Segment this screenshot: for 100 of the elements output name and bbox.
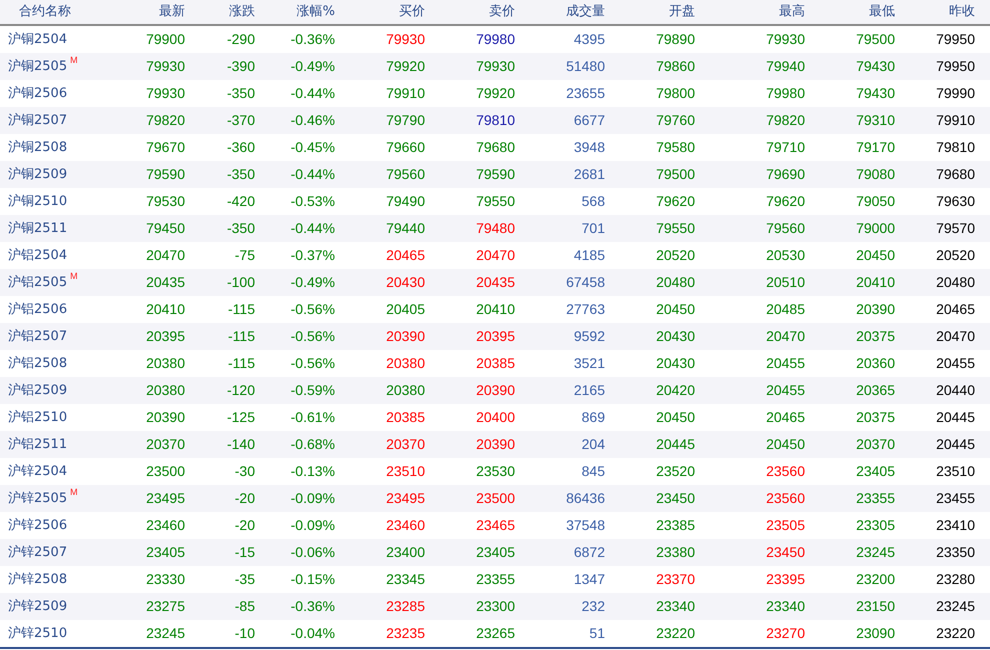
table-cell-text: 79620 [655,192,695,211]
table-cell-text: 20450 [765,435,805,454]
table-cell-text: 79500 [855,30,895,49]
table-cell-text: 79980 [475,30,515,49]
contract-name[interactable]: 沪铜2507 [8,110,68,130]
column-header: 最高 [778,3,805,22]
table-cell-text: 79590 [145,165,185,184]
table-cell-text: 20470 [935,327,975,346]
table-cell-text: 20370 [385,435,425,454]
table-cell-text: 20380 [145,354,185,373]
table-cell-text: 79800 [655,84,695,103]
table-cell-text: 23220 [935,624,975,643]
table-cell-text: 79950 [935,57,975,76]
table-cell-text: 79560 [385,165,425,184]
table-cell-text: 79930 [475,57,515,76]
contract-name[interactable]: 沪铝2506 [8,300,68,320]
table-cell-text: 23305 [855,516,895,535]
table-cell-text: 20480 [935,273,975,292]
contract-name[interactable]: 沪铜2508 [8,138,68,158]
table-cell-text: 79000 [855,219,895,238]
contract-name[interactable]: 沪铝2511 [8,434,68,454]
contract-name[interactable]: 沪锌2505 [8,488,68,508]
table-cell-text: 2165 [572,381,605,400]
contract-name[interactable]: 沪锌2507 [8,542,68,562]
contract-name[interactable]: 沪铜2505 [8,56,68,76]
table-cell-text: 20380 [385,381,425,400]
table-cell-text: 20450 [655,408,695,427]
contract-name[interactable]: 沪铝2509 [8,380,68,400]
column-header: 最新 [158,3,185,22]
table-cell-text: -290 [226,30,255,49]
table-cell-text: -120 [226,381,255,400]
table-cell-text: -370 [226,111,255,130]
table-cell-text: -0.36% [290,30,335,49]
table-cell-text: -0.46% [290,111,335,130]
contract-name[interactable]: 沪铝2507 [8,326,68,346]
contract-name[interactable]: 沪铝2504 [8,246,68,266]
table-cell-text: 20395 [145,327,185,346]
table-cell-text: -0.49% [290,57,335,76]
table-cell-text: -0.56% [290,300,335,319]
table-cell-text: 86436 [565,489,605,508]
table-cell-text: 23510 [935,462,975,481]
contract-name[interactable]: 沪铝2508 [8,354,68,374]
table-cell-text: 20485 [765,300,805,319]
table-cell-text: -390 [226,57,255,76]
table-cell-text: 23380 [655,543,695,562]
table-cell-text: 79630 [935,192,975,211]
table-cell-text: 20390 [855,300,895,319]
table-cell-text: 20445 [935,435,975,454]
table-cell-text: 232 [580,597,605,616]
table-cell-text: 23495 [385,489,425,508]
table-cell-text: 79680 [475,138,515,157]
table-cell-text: 79990 [935,84,975,103]
table-cell-text: 869 [580,408,605,427]
table-cell-text: -20 [234,516,255,535]
contract-name[interactable]: 沪铝2510 [8,408,68,428]
table-cell-text: 23405 [145,543,185,562]
contract-name[interactable]: 沪锌2509 [8,596,68,616]
table-cell-text: 20385 [475,354,515,373]
table-cell-text: 79950 [935,30,975,49]
table-cell-text: 79930 [145,57,185,76]
contract-name[interactable]: 沪铜2511 [8,218,68,238]
contract-name[interactable]: 沪铜2506 [8,84,68,104]
table-cell-text: 23355 [855,489,895,508]
table-cell-text: 79430 [855,57,895,76]
table-cell-text: 20375 [855,327,895,346]
table-cell-text: 79760 [655,111,695,130]
table-cell-text: -125 [226,408,255,427]
table-cell-text: 37548 [565,516,605,535]
table-cell-text: 79560 [765,219,805,238]
table-cell-text: 23370 [655,570,695,589]
contract-name[interactable]: 沪铜2510 [8,192,68,212]
table-cell-text: 20390 [475,435,515,454]
table-cell-text: 23460 [385,516,425,535]
table-cell-text: 23500 [475,489,515,508]
table-cell-text: 79710 [765,138,805,157]
contract-name[interactable]: 沪锌2510 [8,624,68,644]
contract-name[interactable]: 沪铝2505 [8,272,68,292]
table-cell-text: 20435 [145,273,185,292]
table-cell-text: 23530 [475,462,515,481]
table-cell-text: 20510 [765,273,805,292]
table-cell-text: 79890 [655,30,695,49]
contract-name[interactable]: 沪铜2504 [8,30,68,50]
table-cell-text: 23450 [765,543,805,562]
contract-name[interactable]: 沪铜2509 [8,164,68,184]
table-cell-text: 79690 [765,165,805,184]
table-cell-text: 79580 [655,138,695,157]
column-header: 涨跌 [228,3,255,22]
table-cell-text: 23150 [855,597,895,616]
table-cell-text: 23090 [855,624,895,643]
table-cell-text: 20450 [855,246,895,265]
table-cell-text: 23400 [385,543,425,562]
table-cell-text: 23655 [565,84,605,103]
contract-name[interactable]: 沪锌2504 [8,462,68,482]
contract-name[interactable]: 沪锌2508 [8,570,68,590]
table-cell-text: -0.13% [290,462,335,481]
table-cell-text: 79670 [145,138,185,157]
table-cell-text: -0.53% [290,192,335,211]
contract-name[interactable]: 沪锌2506 [8,516,68,536]
table-cell-text: 23340 [765,597,805,616]
table-cell-text: -0.59% [290,381,335,400]
